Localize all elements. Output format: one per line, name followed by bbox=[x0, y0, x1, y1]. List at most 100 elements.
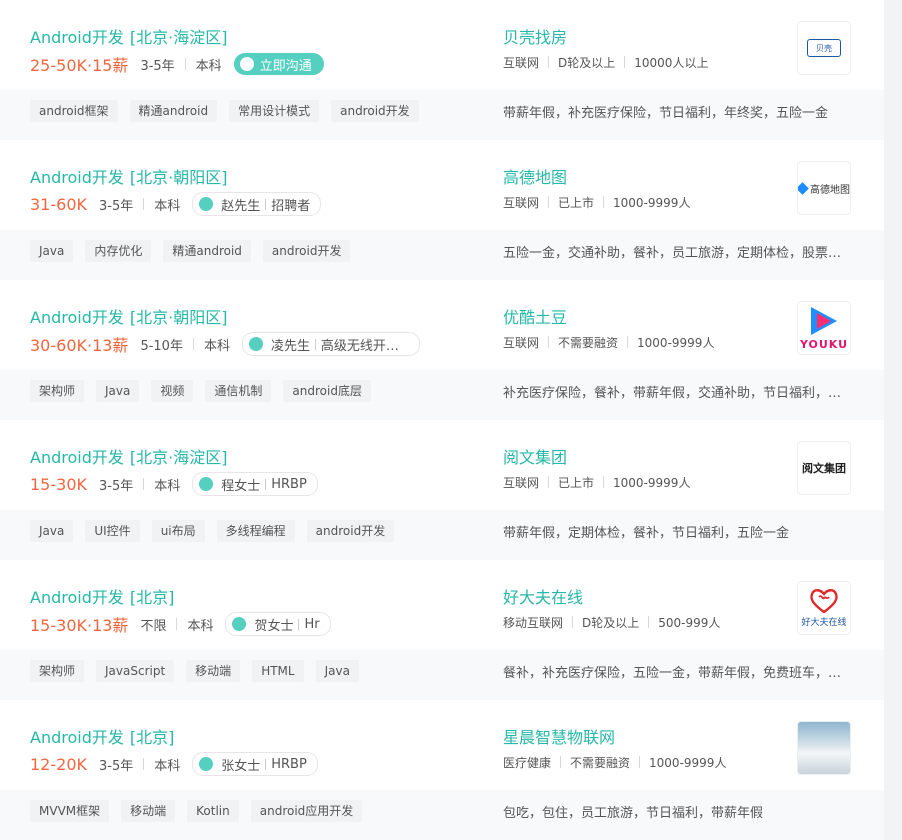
chat-bubble-icon bbox=[232, 613, 247, 631]
company-name[interactable]: 阅文集团 bbox=[503, 444, 567, 468]
job-title-link[interactable]: Android开发 [北京] bbox=[30, 724, 174, 748]
company-benefits: 餐补，补充医疗保险，五险一金，带薪年假，免费班车，年终奖 bbox=[503, 666, 843, 681]
job-card[interactable]: Android开发 [北京·海淀区] 25-50K·15薪 3-5年 本科 立即沟… bbox=[0, 0, 884, 140]
skill-tags: 架构师 JavaScript 移动端 HTML Java bbox=[30, 660, 359, 682]
company-logo[interactable]: 阅文集团 bbox=[797, 441, 851, 495]
job-title-link[interactable]: Android开发 [北京·海淀区] bbox=[30, 444, 227, 468]
company-name[interactable]: 高德地图 bbox=[503, 164, 567, 188]
skill-tag: android应用开发 bbox=[250, 800, 363, 822]
company-stage: 不需要融资 bbox=[558, 335, 619, 350]
job-title-link[interactable]: Android开发 [北京·海淀区] bbox=[30, 24, 227, 48]
recruiter-chip[interactable]: 贺女士 Hr bbox=[225, 612, 331, 636]
company-benefits: 补充医疗保险，餐补，带薪年假，交通补助，节日福利，五险一金 bbox=[503, 386, 843, 401]
job-title[interactable]: Android开发 bbox=[30, 168, 124, 187]
job-title[interactable]: Android开发 bbox=[30, 308, 124, 327]
education: 本科 bbox=[187, 618, 214, 634]
recruiter-name: 张女士 bbox=[221, 758, 261, 774]
skill-tag: android框架 bbox=[30, 100, 118, 122]
experience: 3-5年 bbox=[98, 478, 134, 494]
job-card-header: Android开发 [北京] 12-20K 3-5年 本科 张女士 HRBP 星晨… bbox=[0, 700, 884, 790]
company-benefits: 五险一金，交通补助，餐补，员工旅游，定期体检，股票期权 bbox=[503, 246, 843, 261]
job-meta: 25-50K·15薪 3-5年 本科 立即沟通 bbox=[30, 52, 324, 76]
job-card-footer: Java 内存优化 精通android android开发 五险一金，交通补助，… bbox=[0, 230, 884, 280]
company-logo[interactable]: 高德地图 bbox=[797, 161, 851, 215]
company-logo[interactable]: YOUKU bbox=[797, 301, 851, 355]
job-meta: 30-60K·13薪 5-10年 本科 凌先生 高级无线开发经理 bbox=[30, 332, 420, 356]
divider bbox=[265, 198, 267, 210]
company-name[interactable]: 贝壳找房 bbox=[503, 24, 567, 48]
job-card-footer: 架构师 Java 视频 通信机制 android底层 补充医疗保险，餐补，带薪年… bbox=[0, 370, 884, 420]
company-industry: 互联网 bbox=[503, 195, 540, 210]
skill-tag: Kotlin bbox=[187, 800, 239, 822]
skill-tag: UI控件 bbox=[85, 520, 140, 542]
job-title[interactable]: Android开发 bbox=[30, 588, 124, 607]
job-title[interactable]: Android开发 bbox=[30, 28, 124, 47]
company-logo[interactable] bbox=[797, 721, 851, 775]
company-stage: 已上市 bbox=[558, 195, 595, 210]
recruiter-chip[interactable]: 赵先生 招聘者 bbox=[192, 192, 322, 216]
job-title-link[interactable]: Android开发 [北京] bbox=[30, 584, 174, 608]
company-name[interactable]: 好大夫在线 bbox=[503, 584, 583, 608]
job-card[interactable]: Android开发 [北京] 15-30K·13薪 不限 本科 贺女士 Hr 好大… bbox=[0, 560, 884, 700]
job-card[interactable]: Android开发 [北京] 12-20K 3-5年 本科 张女士 HRBP 星晨… bbox=[0, 700, 884, 840]
divider bbox=[143, 478, 145, 490]
divider bbox=[143, 198, 145, 210]
company-name[interactable]: 优酷土豆 bbox=[503, 304, 567, 328]
job-meta: 15-30K 3-5年 本科 程女士 HRBP bbox=[30, 472, 318, 496]
recruiter-chip[interactable]: 程女士 HRBP bbox=[192, 472, 318, 496]
job-card-footer: Java UI控件 ui布局 多线程编程 android开发 带薪年假，定期体检… bbox=[0, 510, 884, 560]
chat-now-button[interactable]: 立即沟通 bbox=[233, 52, 324, 75]
amap-logo-icon: 高德地图 bbox=[798, 181, 850, 196]
recruiter-chip[interactable]: 凌先生 高级无线开发经理 bbox=[241, 332, 420, 356]
education: 本科 bbox=[203, 338, 230, 354]
job-location: [北京·海淀区] bbox=[129, 28, 228, 47]
company-logo[interactable]: 贝壳 bbox=[797, 21, 851, 75]
skill-tag: 精通android bbox=[129, 100, 218, 122]
heart-logo-icon bbox=[810, 589, 838, 614]
recruiter-chip[interactable]: 张女士 HRBP bbox=[192, 752, 318, 776]
company-stage: D轮及以上 bbox=[582, 615, 640, 630]
company-meta: 互联网 已上市 1000-9999人 bbox=[503, 472, 690, 492]
company-industry: 医疗健康 bbox=[503, 755, 552, 770]
job-card-header: Android开发 [北京·海淀区] 25-50K·15薪 3-5年 本科 立即沟… bbox=[0, 0, 884, 90]
job-location: [北京] bbox=[129, 588, 175, 607]
divider bbox=[176, 618, 178, 630]
job-card[interactable]: Android开发 [北京·朝阳区] 30-60K·13薪 5-10年 本科 凌先… bbox=[0, 280, 884, 420]
skill-tag: android开发 bbox=[306, 520, 395, 542]
experience: 3-5年 bbox=[98, 758, 134, 774]
recruiter-role: Hr bbox=[304, 616, 320, 632]
skill-tag: 多线程编程 bbox=[216, 520, 295, 542]
job-title[interactable]: Android开发 bbox=[30, 728, 124, 747]
skill-tag: 移动端 bbox=[121, 800, 176, 822]
divider bbox=[265, 478, 267, 490]
job-card[interactable]: Android开发 [北京·海淀区] 15-30K 3-5年 本科 程女士 HRB… bbox=[0, 420, 884, 560]
company-meta: 医疗健康 不需要融资 1000-9999人 bbox=[503, 752, 726, 772]
job-location: [北京·朝阳区] bbox=[129, 168, 228, 187]
divider bbox=[603, 196, 605, 208]
skill-tag: android开发 bbox=[331, 100, 419, 122]
experience: 5-10年 bbox=[140, 338, 183, 354]
divider bbox=[265, 758, 267, 770]
beike-logo-icon: 贝壳 bbox=[807, 39, 841, 57]
company-name[interactable]: 星晨智慧物联网 bbox=[503, 724, 615, 748]
divider bbox=[143, 758, 145, 770]
company-logo[interactable]: 好大夫在线 bbox=[797, 581, 851, 635]
education: 本科 bbox=[154, 758, 181, 774]
skill-tag: MVVM框架 bbox=[30, 800, 110, 822]
job-title[interactable]: Android开发 bbox=[30, 448, 124, 467]
recruiter-name: 程女士 bbox=[221, 478, 261, 494]
job-card-header: Android开发 [北京·朝阳区] 30-60K·13薪 5-10年 本科 凌先… bbox=[0, 280, 884, 370]
skill-tags: Java 内存优化 精通android android开发 bbox=[30, 240, 351, 262]
company-size: 1000-9999人 bbox=[613, 195, 691, 210]
skill-tags: MVVM框架 移动端 Kotlin android应用开发 bbox=[30, 800, 363, 822]
job-title-link[interactable]: Android开发 [北京·朝阳区] bbox=[30, 304, 227, 328]
chat-bubble-icon bbox=[248, 333, 263, 351]
job-card[interactable]: Android开发 [北京·朝阳区] 31-60K 3-5年 本科 赵先生 招聘者… bbox=[0, 140, 884, 280]
skill-tag: Java bbox=[315, 660, 359, 682]
job-location: [北京·海淀区] bbox=[129, 448, 228, 467]
education: 本科 bbox=[154, 198, 181, 214]
skill-tag: android底层 bbox=[283, 380, 371, 402]
company-meta: 互联网 不需要融资 1000-9999人 bbox=[503, 332, 714, 352]
recruiter-role: HRBP bbox=[271, 476, 307, 492]
job-title-link[interactable]: Android开发 [北京·朝阳区] bbox=[30, 164, 227, 188]
